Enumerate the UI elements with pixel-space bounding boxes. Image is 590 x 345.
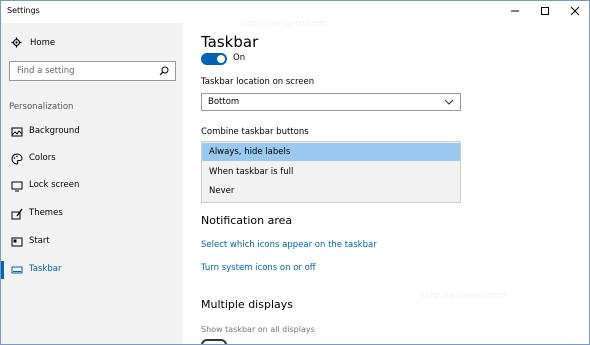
sidebar-item-label: Themes <box>29 208 63 218</box>
sidebar: Home Find a setting Personalization Back… <box>1 23 183 344</box>
brush-icon <box>11 208 23 220</box>
palette-icon <box>11 153 23 165</box>
taskbar-toggle[interactable] <box>201 53 227 65</box>
multiple-displays-heading: Multiple displays <box>201 298 293 311</box>
maximize-icon <box>541 7 549 15</box>
home-nav[interactable]: Home <box>11 37 55 48</box>
combine-option[interactable]: Never <box>202 182 460 200</box>
image-icon <box>11 127 23 137</box>
toggle-state-label: On <box>233 53 246 63</box>
select-icons-link[interactable]: Select which icons appear on the taskbar <box>201 240 377 250</box>
show-on-all-label: Show taskbar on all displays <box>201 325 315 334</box>
sidebar-item-start[interactable]: Start <box>1 233 183 251</box>
sidebar-item-label: Background <box>29 126 80 136</box>
close-icon <box>570 6 580 16</box>
main-content: Taskbar On Taskbar location on screen Bo… <box>183 23 589 344</box>
sidebar-item-label: Lock screen <box>29 180 80 190</box>
start-grid-icon <box>11 237 23 247</box>
taskbar-icon <box>11 266 23 274</box>
system-icons-link[interactable]: Turn system icons on or off <box>201 263 316 273</box>
close-button[interactable] <box>561 1 589 21</box>
chevron-down-icon <box>444 99 454 105</box>
sidebar-item-lock-screen[interactable]: Lock screen <box>1 177 183 195</box>
minimize-button[interactable] <box>501 1 529 21</box>
settings-window: Settings Home Find a setting Personaliza… <box>0 0 590 345</box>
sidebar-item-label: Start <box>29 236 50 246</box>
notification-heading: Notification area <box>201 214 293 227</box>
show-on-all-toggle[interactable] <box>201 339 227 344</box>
window-title: Settings <box>7 6 40 15</box>
search-input[interactable]: Find a setting <box>9 61 176 81</box>
page-title: Taskbar <box>201 33 259 51</box>
monitor-lock-icon <box>11 181 23 192</box>
sidebar-item-colors[interactable]: Colors <box>1 150 183 168</box>
sidebar-item-themes[interactable]: Themes <box>1 205 183 223</box>
search-icon <box>159 66 169 76</box>
gear-icon <box>11 37 22 48</box>
combine-dropdown[interactable]: Always, hide labels When taskbar is full… <box>201 141 461 203</box>
combine-option[interactable]: When taskbar is full <box>202 163 460 181</box>
title-bar: Settings <box>1 1 589 23</box>
sidebar-item-taskbar[interactable]: Taskbar <box>1 261 183 279</box>
sidebar-item-label: Taskbar <box>29 264 62 274</box>
location-label: Taskbar location on screen <box>201 77 315 87</box>
section-label-personalization: Personalization <box>9 102 74 112</box>
sidebar-item-label: Colors <box>29 153 56 163</box>
minimize-icon <box>511 10 519 12</box>
location-value: Bottom <box>208 97 240 107</box>
maximize-button[interactable] <box>531 1 559 21</box>
location-select[interactable]: Bottom <box>201 93 461 111</box>
search-placeholder: Find a setting <box>17 66 75 76</box>
toggle-knob <box>217 55 225 63</box>
combine-label: Combine taskbar buttons <box>201 127 309 137</box>
combine-option[interactable]: Always, hide labels <box>202 143 460 161</box>
home-label: Home <box>30 37 56 48</box>
sidebar-item-background[interactable]: Background <box>1 123 183 141</box>
active-indicator <box>1 261 4 279</box>
